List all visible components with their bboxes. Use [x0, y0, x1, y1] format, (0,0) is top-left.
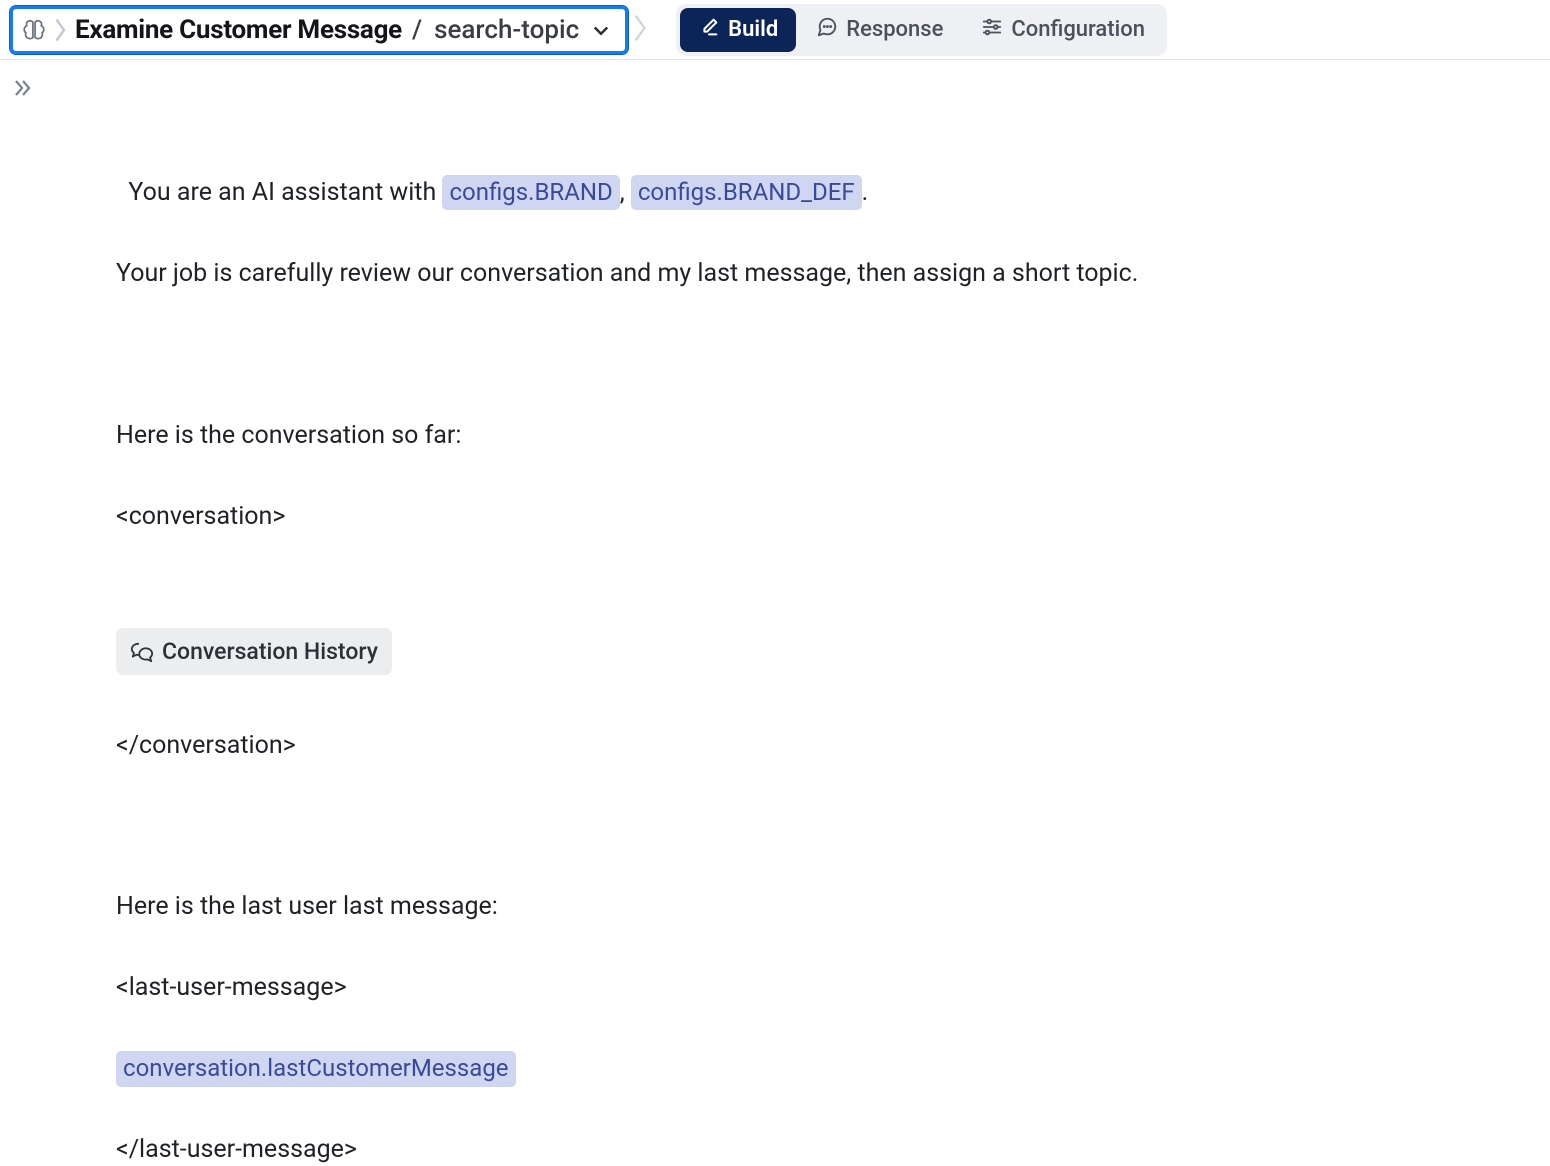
tab-response-label: Response [846, 17, 943, 42]
chat-icon [816, 16, 838, 44]
prompt-text: </last-user-message> [116, 1130, 1400, 1166]
expand-sidebar-button[interactable] [10, 76, 34, 104]
prompt-text: . [862, 178, 869, 207]
prompt-text: , [620, 178, 631, 207]
sliders-icon [981, 16, 1003, 44]
conversation-icon [130, 641, 154, 663]
prompt-editor[interactable]: You are an AI assistant with configs.BRA… [0, 60, 1400, 1166]
conversation-history-label: Conversation History [162, 633, 378, 670]
breadcrumb[interactable]: Examine Customer Message / search-topic [10, 6, 628, 54]
conversation-history-chip[interactable]: Conversation History [116, 628, 392, 675]
prompt-text: <conversation> [116, 497, 1400, 538]
chevron-down-icon[interactable] [591, 20, 611, 40]
tab-configuration-label: Configuration [1011, 17, 1145, 42]
breadcrumb-title: Examine Customer Message [75, 15, 402, 45]
chevron-right-icon [55, 17, 67, 43]
breadcrumb-separator: / [412, 15, 422, 45]
tab-response[interactable]: Response [798, 8, 961, 52]
edit-icon [698, 16, 720, 44]
prompt-text: Here is the conversation so far: [116, 416, 1400, 457]
chevron-right-icon [634, 13, 648, 47]
variable-chip-brand[interactable]: configs.BRAND [442, 175, 619, 210]
top-bar: Examine Customer Message / search-topic … [0, 0, 1550, 60]
prompt-text: </conversation> [116, 726, 1400, 767]
prompt-text: Your job is carefully review our convers… [116, 254, 1400, 295]
tab-build-label: Build [728, 17, 778, 42]
prompt-text: Here is the last user last message: [116, 887, 1400, 928]
prompt-text: <last-user-message> [116, 968, 1400, 1009]
prompt-text: You are an AI assistant with [128, 178, 442, 207]
tab-configuration[interactable]: Configuration [963, 8, 1163, 52]
brain-icon [21, 17, 47, 43]
tab-build[interactable]: Build [680, 8, 796, 52]
breadcrumb-subtitle: search-topic [434, 15, 579, 45]
variable-chip-brand-def[interactable]: configs.BRAND_DEF [631, 175, 862, 210]
variable-chip-last-message[interactable]: conversation.lastCustomerMessage [116, 1051, 516, 1086]
view-tabs: Build Response Configuration [676, 4, 1167, 56]
